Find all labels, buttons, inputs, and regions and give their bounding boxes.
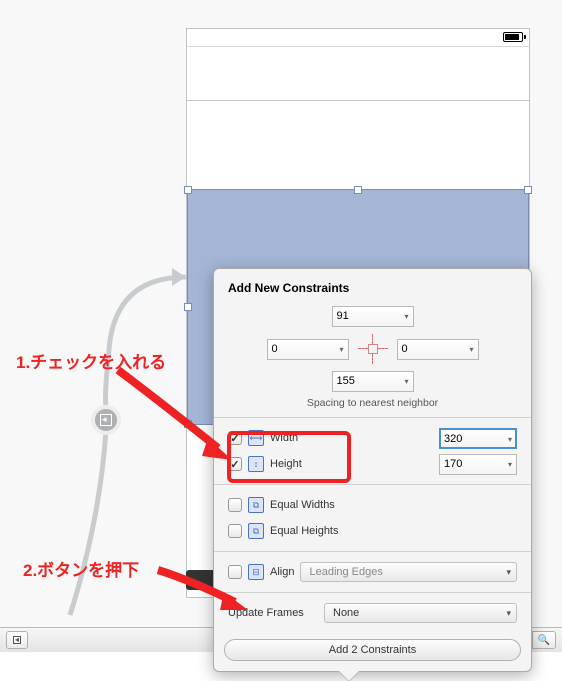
align-label: Align bbox=[270, 566, 294, 578]
align-icon: ⊟ bbox=[248, 564, 264, 580]
align-dropdown[interactable]: Leading Edges bbox=[300, 562, 517, 582]
width-label: Width bbox=[270, 432, 298, 444]
update-frames-dropdown[interactable]: None bbox=[324, 603, 517, 623]
height-label: Height bbox=[270, 458, 302, 470]
outline-icon bbox=[100, 414, 112, 426]
pin-diagram[interactable] bbox=[357, 333, 389, 365]
spacing-top-input[interactable]: 91▾ bbox=[332, 306, 414, 327]
height-input[interactable]: 170▾ bbox=[439, 454, 517, 475]
nav-bar bbox=[187, 47, 529, 101]
width-checkbox[interactable] bbox=[228, 431, 242, 445]
equal-widths-label: Equal Widths bbox=[270, 499, 335, 511]
height-checkbox[interactable] bbox=[228, 457, 242, 471]
width-icon: ⟷ bbox=[248, 430, 264, 446]
spacing-left-input[interactable]: 0▾ bbox=[267, 339, 349, 360]
doc-outline-icon bbox=[13, 636, 21, 644]
ib-canvas: UIScrollView Add New Constraints 91▾ 0▾ … bbox=[0, 0, 562, 652]
add-constraints-button[interactable]: Add 2 Constraints bbox=[224, 639, 521, 661]
spacing-right-input[interactable]: 0▾ bbox=[397, 339, 479, 360]
add-constraints-popover: Add New Constraints 91▾ 0▾ 0▾ 155▾ Spaci… bbox=[213, 268, 532, 672]
update-frames-label: Update Frames bbox=[228, 607, 318, 619]
align-checkbox[interactable] bbox=[228, 565, 242, 579]
equal-widths-checkbox[interactable] bbox=[228, 498, 242, 512]
annotation-step1: 1.チェックを入れる bbox=[16, 348, 166, 373]
doc-outline-button[interactable] bbox=[6, 631, 28, 649]
annotation-step2: 2.ボタンを押下 bbox=[23, 556, 139, 581]
equal-widths-icon: ⧉ bbox=[248, 497, 264, 513]
equal-heights-checkbox[interactable] bbox=[228, 524, 242, 538]
equal-heights-label: Equal Heights bbox=[270, 525, 339, 537]
battery-icon bbox=[503, 32, 523, 42]
height-icon: ↕ bbox=[248, 456, 264, 472]
zoom-in-button[interactable]: 🔍 bbox=[532, 631, 556, 649]
spacing-caption: Spacing to nearest neighbor bbox=[214, 395, 531, 417]
equal-heights-icon: ⧉ bbox=[248, 523, 264, 539]
status-bar bbox=[187, 29, 529, 47]
outline-toggle-button[interactable] bbox=[91, 405, 121, 435]
popover-title: Add New Constraints bbox=[214, 269, 531, 303]
width-input[interactable]: 320▾ bbox=[439, 428, 517, 449]
spacing-bottom-input[interactable]: 155▾ bbox=[332, 371, 414, 392]
zoom-in-icon: 🔍 bbox=[538, 635, 550, 646]
